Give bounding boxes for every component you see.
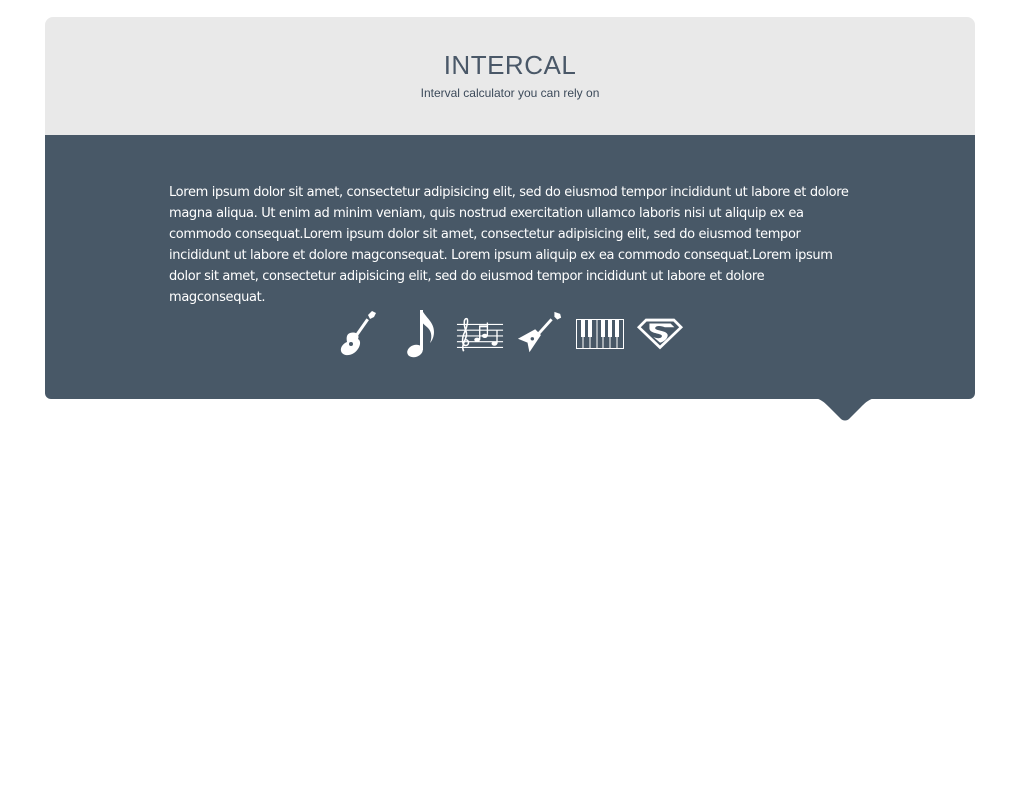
sheet-music-icon	[456, 317, 504, 352]
electric-guitar-button[interactable]	[516, 307, 564, 361]
app-title: INTERCAL	[443, 50, 577, 80]
app-card: INTERCAL Interval calculator you can rel…	[45, 17, 975, 421]
app-subtitle: Interval calculator you can rely on	[420, 86, 600, 100]
instrument-icon-row	[45, 307, 975, 363]
main-panel: Lorem ipsum dolor sit amet, consectetur …	[45, 135, 975, 399]
eighth-note-icon	[407, 310, 434, 358]
superman-shield-icon	[636, 318, 684, 350]
description-text: Lorem ipsum dolor sit amet, consectetur …	[169, 185, 849, 305]
app-header: INTERCAL Interval calculator you can rel…	[45, 17, 975, 135]
piano-keys-icon	[576, 319, 624, 349]
eighth-note-button[interactable]	[396, 307, 444, 361]
callout-pointer	[805, 397, 885, 421]
acoustic-guitar-icon	[340, 311, 376, 356]
superman-shield-button[interactable]	[636, 307, 684, 361]
piano-keys-button[interactable]	[576, 307, 624, 361]
sheet-music-button[interactable]	[456, 307, 504, 361]
electric-guitar-icon	[517, 311, 562, 353]
acoustic-guitar-button[interactable]	[336, 307, 384, 361]
